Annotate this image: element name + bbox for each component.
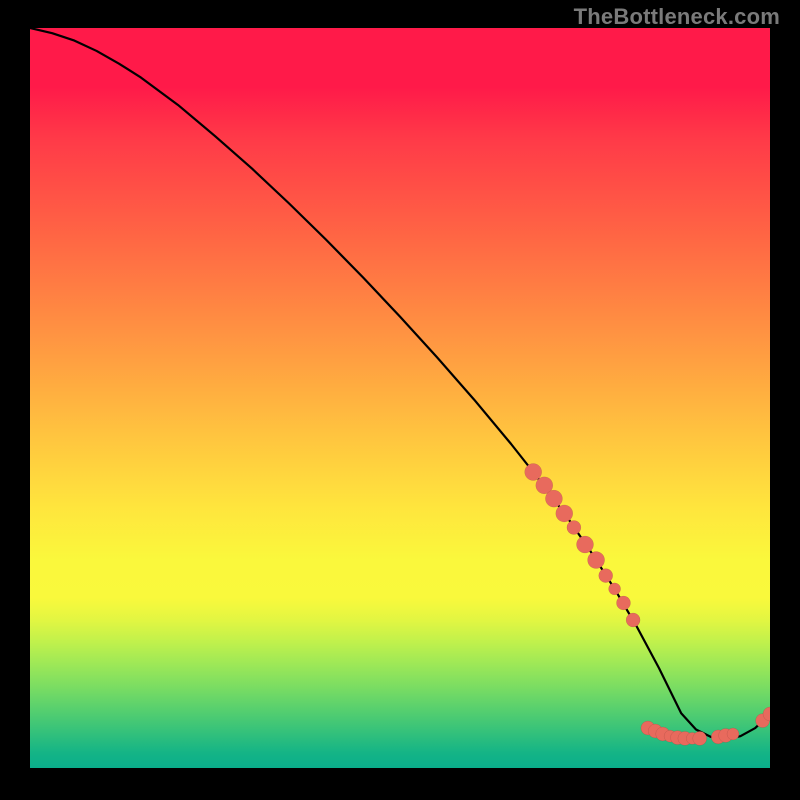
bottleneck-curve: [30, 28, 770, 739]
curve-layer: [30, 28, 770, 768]
data-point: [616, 596, 630, 610]
data-point: [727, 728, 739, 740]
data-point: [577, 536, 594, 553]
plot-area: [30, 28, 770, 768]
data-point: [567, 521, 581, 535]
data-point: [556, 505, 573, 522]
data-point: [545, 490, 562, 507]
data-point: [693, 731, 707, 745]
data-point: [525, 464, 542, 481]
watermark-text: TheBottleneck.com: [574, 4, 780, 30]
data-points-group: [525, 464, 770, 746]
data-point: [609, 583, 621, 595]
chart-container: TheBottleneck.com: [0, 0, 800, 800]
data-point: [599, 569, 613, 583]
data-point: [626, 613, 640, 627]
data-point: [588, 552, 605, 569]
